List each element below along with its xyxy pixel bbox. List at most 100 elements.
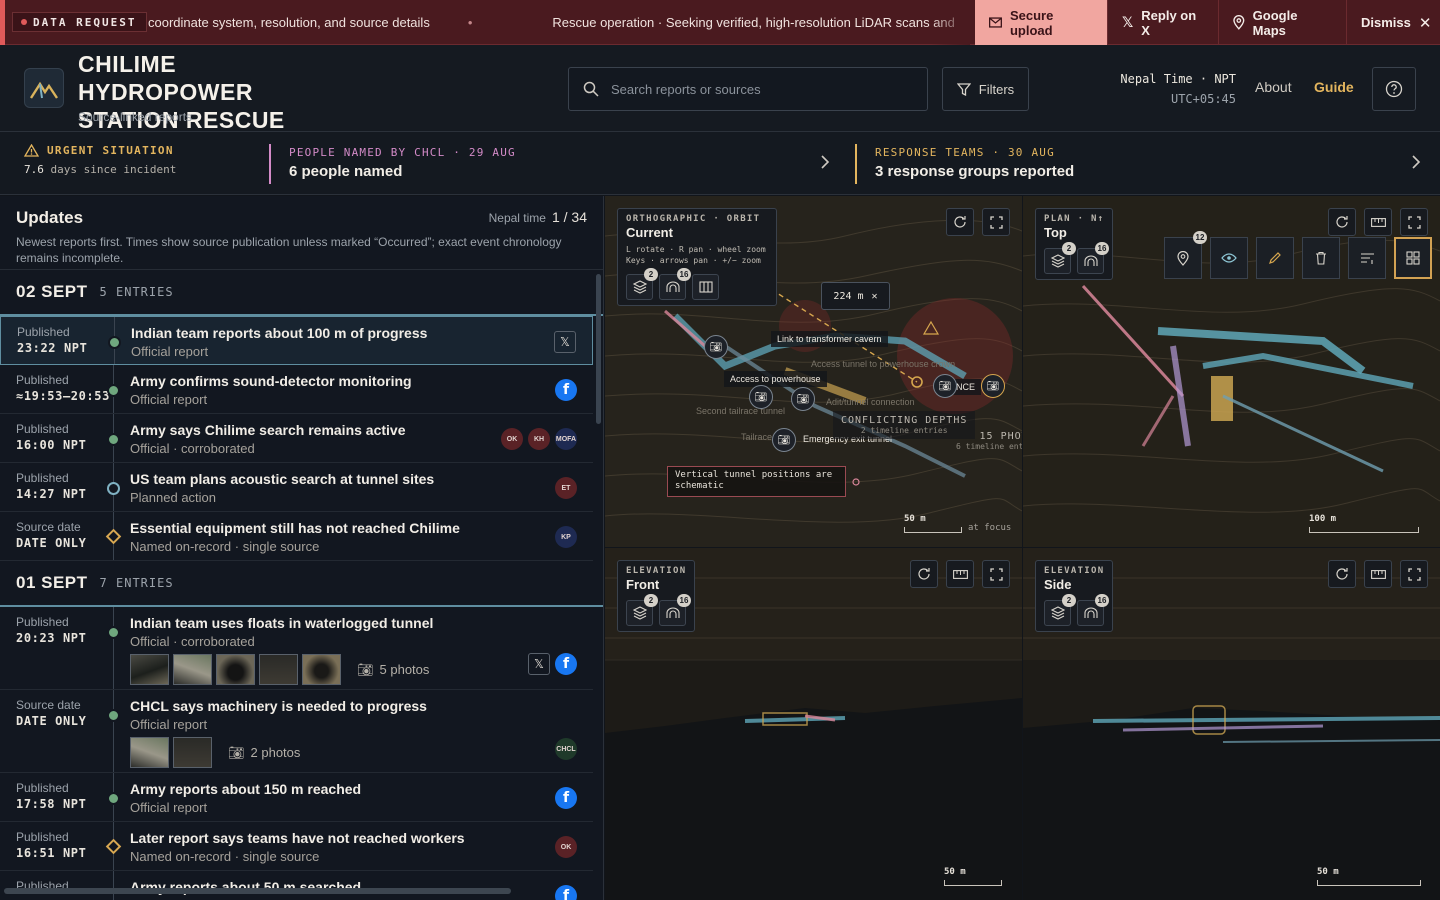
- measure-button[interactable]: [946, 560, 974, 588]
- tunnels-button[interactable]: 16: [1077, 242, 1109, 274]
- x-source-icon[interactable]: 𝕏: [554, 331, 576, 353]
- timeline-entry[interactable]: Published 20:23 NPT Indian team uses flo…: [0, 607, 593, 690]
- time-label: Published: [16, 373, 69, 387]
- photo-thumbnail[interactable]: [130, 737, 169, 768]
- source-badge[interactable]: KP: [555, 526, 577, 548]
- columns-button[interactable]: [692, 274, 719, 300]
- photo-pin[interactable]: 📷︎: [749, 385, 773, 409]
- photo-thumbnail[interactable]: [173, 737, 212, 768]
- filters-button[interactable]: Filters: [942, 67, 1029, 111]
- map-label[interactable]: Link to transformer cavern: [771, 331, 888, 347]
- timeline-entry[interactable]: Published ≈19:53–20:53 Army confirms sou…: [0, 365, 593, 414]
- search-box[interactable]: [568, 67, 928, 111]
- reset-view-button[interactable]: [910, 560, 938, 588]
- photo-thumbnail[interactable]: [302, 654, 341, 685]
- distance-chip[interactable]: 224 m ✕: [821, 282, 890, 310]
- scale-bar-graphic: [904, 527, 962, 533]
- timeline-marker: [107, 482, 120, 495]
- timeline-entry[interactable]: Published 16:00 NPT Army says Chilime se…: [0, 414, 593, 463]
- tunnels-count: 16: [677, 268, 691, 281]
- pin-tool-button[interactable]: 12: [1164, 231, 1207, 279]
- source-badge[interactable]: OK: [555, 836, 577, 858]
- grid-layout-button[interactable]: [1394, 237, 1432, 279]
- map-label[interactable]: Access to powerhouse: [724, 371, 827, 387]
- timeline-entry[interactable]: Published 17:58 NPT Army reports about 1…: [0, 773, 593, 822]
- photo-pin[interactable]: 📷︎: [981, 374, 1005, 398]
- facebook-source-icon[interactable]: f: [555, 787, 577, 809]
- refresh-icon: [954, 216, 966, 228]
- photo-count[interactable]: 📷︎ 5 photos: [357, 662, 429, 678]
- timeline-entry[interactable]: Published Army reports about 50 m search…: [0, 871, 593, 900]
- facebook-source-icon[interactable]: f: [555, 379, 577, 401]
- measure-button[interactable]: [1364, 208, 1392, 236]
- days-text: days since incident: [50, 163, 177, 176]
- photo-thumbnail[interactable]: [259, 654, 298, 685]
- facebook-source-icon[interactable]: f: [555, 653, 577, 675]
- vertical-scrollbar[interactable]: [596, 274, 601, 424]
- app-logo[interactable]: [24, 68, 64, 108]
- photo-count[interactable]: 📷︎ 2 photos: [228, 745, 300, 761]
- timeline-entry[interactable]: Published 16:51 NPT Later report says te…: [0, 822, 593, 871]
- photo-thumbnail[interactable]: [130, 654, 169, 685]
- timeline-entry[interactable]: Source date DATE ONLY CHCL says machiner…: [0, 690, 593, 773]
- photos-cluster-label[interactable]: 15 PHOTOS6 timeline entries: [950, 428, 1022, 454]
- source-badge[interactable]: CHCL: [555, 738, 577, 760]
- help-button[interactable]: [1372, 67, 1416, 111]
- layers-button[interactable]: 2: [1044, 594, 1076, 626]
- google-maps-button[interactable]: Google Maps: [1218, 0, 1346, 45]
- columns-icon: [698, 281, 713, 293]
- measure-button[interactable]: [1364, 560, 1392, 588]
- photo-pin[interactable]: 📷︎: [772, 428, 796, 452]
- photo-thumbnail[interactable]: [216, 654, 255, 685]
- fullscreen-button[interactable]: [1400, 560, 1428, 588]
- side-elevation-view[interactable]: ELEVATION Side 2 16 50 m: [1023, 548, 1440, 900]
- tunnels-button[interactable]: 16: [659, 268, 691, 300]
- fullscreen-button[interactable]: [982, 560, 1010, 588]
- fullscreen-button[interactable]: [982, 208, 1010, 236]
- draw-button[interactable]: [1256, 237, 1294, 279]
- facebook-source-icon[interactable]: f: [555, 885, 577, 900]
- photo-pin[interactable]: 📷︎: [791, 387, 815, 411]
- layers-button[interactable]: 2: [626, 268, 658, 300]
- about-link[interactable]: About: [1255, 79, 1292, 95]
- tunnels-button[interactable]: 16: [659, 594, 691, 626]
- close-icon[interactable]: ✕: [872, 291, 878, 302]
- layers-button[interactable]: 2: [1044, 242, 1076, 274]
- photo-thumbnail[interactable]: [173, 654, 212, 685]
- layers-button[interactable]: 2: [626, 594, 658, 626]
- timeline-entry[interactable]: Published 14:27 NPT US team plans acoust…: [0, 463, 593, 512]
- search-input[interactable]: [611, 81, 891, 97]
- reply-on-x-button[interactable]: 𝕏 Reply on X: [1107, 0, 1218, 45]
- response-teams-card[interactable]: RESPONSE TEAMS · 30 AUG 3 response group…: [855, 144, 1435, 184]
- timeline-entry[interactable]: Published 23:22 NPT Indian team reports …: [0, 316, 593, 365]
- source-badge[interactable]: OK: [501, 428, 523, 450]
- updates-header: Updates Nepal time 1 / 34 Newest reports …: [0, 196, 603, 270]
- people-named-card[interactable]: PEOPLE NAMED BY CHCL · 29 AUG 6 people n…: [269, 144, 844, 184]
- source-badge[interactable]: KH: [528, 428, 550, 450]
- fullscreen-button[interactable]: [1400, 208, 1428, 236]
- delete-button[interactable]: [1302, 237, 1340, 279]
- ticker-fade: [930, 0, 970, 45]
- source-badge[interactable]: ET: [555, 477, 577, 499]
- plan-view[interactable]: PLAN · N↑ Top 2 16 12 100 m: [1023, 196, 1440, 547]
- dismiss-button[interactable]: Dismiss ✕: [1346, 0, 1440, 45]
- guide-link[interactable]: Guide: [1314, 79, 1354, 95]
- view-title: Current: [626, 225, 673, 240]
- banner-ticker: coordinate system, resolution, and sourc…: [148, 0, 970, 45]
- timeline-entry[interactable]: Source date DATE ONLY Essential equipmen…: [0, 512, 593, 561]
- horizontal-scrollbar[interactable]: [4, 888, 511, 894]
- visibility-button[interactable]: [1210, 237, 1248, 279]
- x-source-icon[interactable]: 𝕏: [528, 653, 550, 675]
- source-badge[interactable]: MOFA: [555, 428, 577, 450]
- entry-subtitle: Official report: [130, 717, 208, 732]
- reset-view-button[interactable]: [1328, 208, 1356, 236]
- orthographic-view[interactable]: Access tunnel to powerhouse crown Second…: [605, 196, 1022, 547]
- photo-pin[interactable]: 📷︎: [933, 374, 957, 398]
- photo-pin[interactable]: 📷︎: [704, 335, 728, 359]
- reset-view-button[interactable]: [1328, 560, 1356, 588]
- front-elevation-view[interactable]: ELEVATION Front 2 16 50 m: [605, 548, 1022, 900]
- reset-view-button[interactable]: [946, 208, 974, 236]
- tunnels-button[interactable]: 16: [1077, 594, 1109, 626]
- list-button[interactable]: [1348, 237, 1386, 279]
- secure-upload-button[interactable]: Secure upload: [975, 0, 1107, 45]
